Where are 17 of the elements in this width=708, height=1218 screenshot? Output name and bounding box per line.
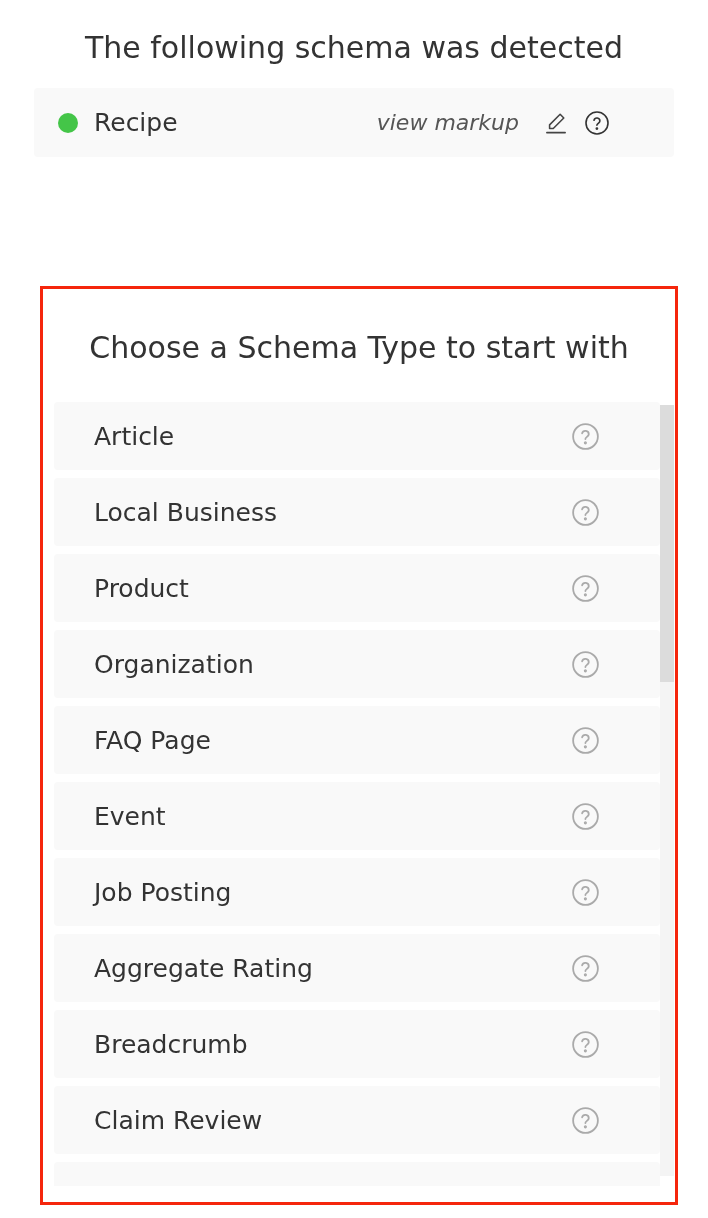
schema-name: Recipe	[94, 108, 179, 137]
schema-type-item[interactable]: Job Posting	[54, 858, 660, 926]
edit-icon[interactable]	[545, 111, 567, 134]
schema-type-item[interactable]: Claim Review	[54, 1086, 660, 1154]
schema-type-item[interactable]: Breadcrumb	[54, 1010, 660, 1078]
schema-type-item[interactable]: Aggregate Rating	[54, 934, 660, 1002]
schema-type-item[interactable]: FAQ Page	[54, 706, 660, 774]
schema-type-item[interactable]: Local Business	[54, 478, 660, 546]
chooser-heading: Choose a Schema Type to start with	[88, 330, 630, 366]
schema-type-item[interactable]: Product	[54, 554, 660, 622]
section-title: The following schema was detected	[83, 30, 624, 66]
schema-type-item[interactable]: Article	[54, 402, 660, 470]
scrollbar-thumb[interactable]	[660, 405, 674, 682]
schema-type-item[interactable]: Event	[54, 782, 660, 850]
help-icon[interactable]	[585, 110, 609, 135]
view-markup-link[interactable]: view markup	[376, 110, 519, 135]
schema-type-item[interactable]: Organization	[54, 630, 660, 698]
